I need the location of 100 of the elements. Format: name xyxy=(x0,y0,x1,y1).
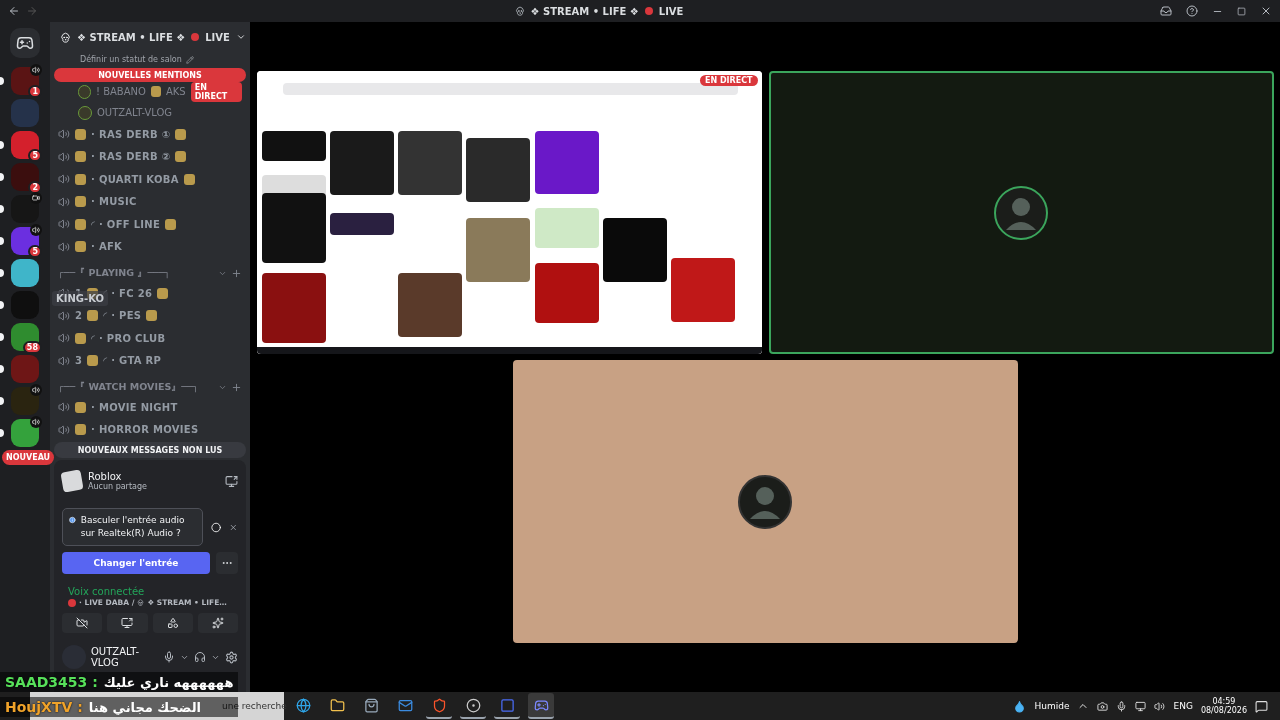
live-label: LIVE xyxy=(658,5,684,17)
notifications-icon[interactable] xyxy=(1255,699,1268,713)
info-icon xyxy=(69,514,76,526)
language-indicator[interactable]: ENG xyxy=(1173,701,1193,711)
activities-button[interactable] xyxy=(152,613,193,633)
channel-name[interactable]: ◜ · PRO CLUB xyxy=(91,332,166,344)
server-icon[interactable] xyxy=(11,419,39,447)
channel-name[interactable]: ◜ · FC 26 xyxy=(103,287,153,299)
chevron-down-icon[interactable] xyxy=(235,32,246,42)
live-dot-icon xyxy=(68,598,76,607)
chat-message: ههههههه ناري عليك xyxy=(103,674,234,690)
emoji-icon xyxy=(75,401,86,413)
help-icon[interactable] xyxy=(1186,5,1198,17)
video-tile[interactable]: EN DIRECT xyxy=(256,71,762,354)
speaker-icon xyxy=(58,332,70,345)
controller-icon[interactable] xyxy=(16,34,34,52)
taskbar-button[interactable] xyxy=(528,693,554,719)
category-name[interactable]: ┌──『 PLAYING 』───┐ xyxy=(58,266,214,280)
live-dot-icon xyxy=(191,33,200,41)
emoji-icon xyxy=(75,173,86,185)
channel-name[interactable]: ◜ · GTA RP xyxy=(103,355,162,367)
speaker-icon xyxy=(58,240,70,253)
emoji-icon xyxy=(75,128,86,140)
channel-name[interactable]: · HORROR MOVIES xyxy=(91,424,199,436)
headphones-icon[interactable] xyxy=(194,651,206,663)
chat-message: الضحك مجاني هنا xyxy=(88,699,201,715)
controller-icon xyxy=(533,697,549,713)
status-hint[interactable]: Définir un statut de salon xyxy=(80,55,182,64)
channel-name[interactable]: · RAS DERB ② xyxy=(91,151,171,163)
server-icon[interactable] xyxy=(11,259,39,287)
user-avatar xyxy=(78,84,91,99)
speaker-icon xyxy=(58,173,70,186)
microphone-icon[interactable] xyxy=(163,651,175,663)
server-icon[interactable] xyxy=(11,323,39,351)
mentions-pill[interactable]: NOUVELLES MENTIONS xyxy=(54,68,246,82)
screen-share-button[interactable] xyxy=(107,613,148,633)
activity-name: Roblox xyxy=(88,471,123,482)
close-icon[interactable] xyxy=(1260,5,1272,17)
count-badge: 58 xyxy=(22,341,42,354)
channel-name[interactable]: · QUARTI KOBA xyxy=(91,173,179,185)
server-icon[interactable] xyxy=(11,163,39,191)
record-icon xyxy=(465,697,481,713)
change-input-button[interactable]: Changer l'entrée xyxy=(62,552,210,574)
camera-icon[interactable] xyxy=(1097,700,1109,712)
count-badge: 1 xyxy=(28,85,42,98)
camera-button[interactable] xyxy=(62,613,103,633)
skull-icon xyxy=(60,31,71,43)
live-dot-icon xyxy=(644,7,653,15)
emoji-icon xyxy=(75,151,86,163)
user-name[interactable]: ! BABANO xyxy=(95,86,146,97)
channel-name[interactable]: · AFK xyxy=(91,241,123,253)
soundboard-button[interactable] xyxy=(197,613,238,633)
network-icon[interactable] xyxy=(1135,700,1147,712)
settings-icon[interactable] xyxy=(225,650,238,664)
channel-number: 3 xyxy=(75,355,83,367)
add-icon[interactable] xyxy=(231,267,242,279)
channel-name[interactable]: ◜ · PES xyxy=(103,310,142,322)
count-badge: 5 xyxy=(28,245,42,258)
speaker-icon xyxy=(58,218,70,231)
back-icon[interactable] xyxy=(8,5,20,17)
inbox-icon[interactable] xyxy=(1160,5,1172,17)
user-name[interactable]: OUTZALT-VLOG xyxy=(97,107,173,118)
emoji-icon xyxy=(75,218,86,230)
speaker-icon[interactable] xyxy=(1154,700,1166,712)
microphone-icon[interactable] xyxy=(1116,700,1128,712)
radio-icon[interactable] xyxy=(211,520,222,534)
channel-name[interactable]: · RAS DERB ① xyxy=(91,128,171,140)
camera-off-icon xyxy=(76,617,89,629)
mail-icon xyxy=(397,697,413,713)
clock-time: 04:59 xyxy=(1212,697,1236,706)
avatar xyxy=(738,474,792,529)
clock-date: 08/08/2026 xyxy=(1200,706,1247,715)
channel-name[interactable]: · MOVIE NIGHT xyxy=(91,401,178,413)
channel-number: 2 xyxy=(75,310,83,322)
screen-share-icon[interactable] xyxy=(225,474,238,488)
maximize-icon[interactable] xyxy=(1237,6,1246,16)
more-button[interactable] xyxy=(216,552,238,574)
category-name[interactable]: ┌──『 WATCH MOVIES』──┐ xyxy=(58,380,214,394)
channel-name[interactable]: ◜ · OFF LINE xyxy=(91,218,161,230)
new-pill[interactable]: NOUVEAU xyxy=(2,450,55,465)
skull-icon xyxy=(514,6,525,16)
emoji-icon xyxy=(150,86,161,97)
emoji-icon xyxy=(75,332,86,344)
server-name[interactable]: ❖ STREAM • LIFE ❖ xyxy=(77,31,186,43)
weather-label[interactable]: Humide xyxy=(1034,701,1070,711)
server-icon[interactable] xyxy=(11,131,39,159)
square-icon xyxy=(499,697,515,713)
user-name: OUTZALT-VLOG xyxy=(91,646,140,668)
emoji-icon xyxy=(75,424,86,436)
live-label: LIVE xyxy=(205,31,230,43)
video-tile[interactable] xyxy=(512,360,1018,643)
store-icon xyxy=(363,697,379,713)
window-title: ❖ STREAM • LIFE ❖ xyxy=(530,5,639,17)
shield-icon xyxy=(431,697,447,713)
channel-name[interactable]: · MUSIC xyxy=(91,196,137,208)
video-tile[interactable] xyxy=(768,71,1274,354)
unread-pill[interactable]: NOUVEAUX MESSAGES NON LUS xyxy=(54,442,246,458)
add-icon[interactable] xyxy=(231,381,242,393)
sparkles-icon xyxy=(211,617,224,629)
skull-icon xyxy=(137,599,145,606)
